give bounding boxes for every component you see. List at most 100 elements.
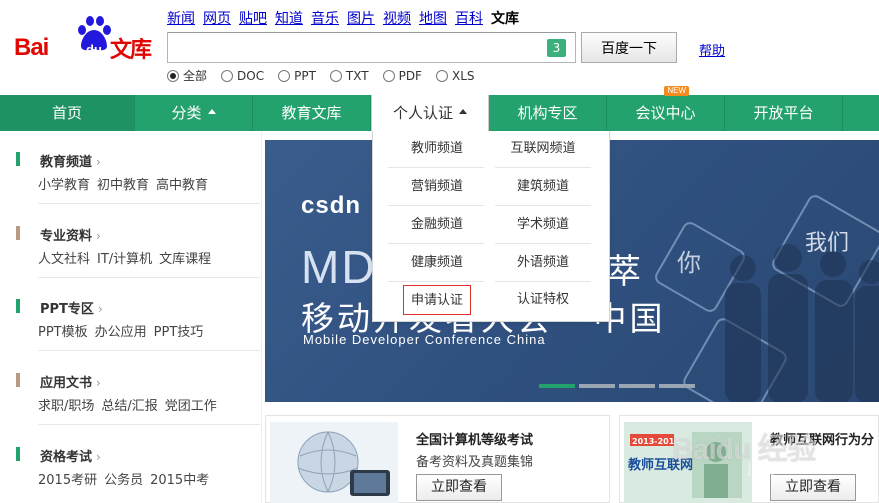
top-nav-images[interactable]: 图片 [347, 8, 375, 28]
dd-academic-channel[interactable]: 学术频道 [496, 210, 590, 240]
filetype-label: DOC [237, 68, 265, 83]
section-marker [16, 447, 20, 461]
section-title[interactable]: 应用文书 › [40, 372, 101, 391]
section-marker [16, 152, 20, 166]
nav-education[interactable]: 教育文库 [253, 95, 371, 131]
dd-marketing-channel[interactable]: 营销频道 [390, 172, 484, 202]
dd-language-channel[interactable]: 外语频道 [496, 248, 590, 278]
nav-personal-cert[interactable]: 个人认证 [371, 95, 489, 131]
sidebar-link[interactable]: 初中教育 [97, 174, 149, 193]
nav-institution[interactable]: 机构专区 [489, 95, 607, 131]
filetype-label: PPT [294, 68, 316, 83]
top-nav-music[interactable]: 音乐 [311, 8, 339, 28]
nav-education-label: 教育文库 [281, 104, 342, 122]
nav-category[interactable]: 分类 [135, 95, 253, 131]
sidebar-link[interactable]: 求职/职场 [38, 395, 94, 414]
sidebar-link[interactable]: 2015中考 [150, 469, 209, 488]
view-now-button[interactable]: 立即查看 [416, 474, 502, 501]
carousel-dot[interactable] [579, 384, 615, 388]
banner-you-text: 你 [677, 249, 701, 277]
section-title[interactable]: PPT专区 › [40, 298, 103, 317]
card-subtitle: 备考资料及真题集锦 [416, 455, 534, 470]
radio-icon[interactable] [167, 69, 179, 82]
section-links: 求职/职场 总结/汇报 党团工作 [38, 395, 217, 414]
divider [38, 277, 260, 278]
section-links: PPT模板 办公应用 PPT技巧 [38, 321, 203, 340]
section-marker [16, 373, 20, 387]
card-title: 全国计算机等级考试 [416, 433, 534, 448]
carousel-dot[interactable] [619, 384, 655, 388]
sidebar-link[interactable]: IT/计算机 [97, 248, 152, 267]
dd-certification-privileges[interactable]: 认证特权 [496, 285, 590, 315]
filetype-doc[interactable]: DOC [221, 67, 264, 84]
filetype-label: TXT [345, 68, 369, 83]
divider [38, 350, 260, 351]
sidebar-link[interactable]: 人文社科 [38, 248, 90, 267]
top-nav-video[interactable]: 视频 [383, 8, 411, 28]
dd-teacher-channel[interactable]: 教师频道 [390, 134, 484, 164]
radio-icon[interactable] [435, 69, 448, 82]
dd-health-channel[interactable]: 健康频道 [390, 248, 484, 278]
main-nav: 首页 分类 教育文库 个人认证 机构专区 会议中心 NEW 开放平台 [0, 86, 879, 131]
dd-apply-certification[interactable]: 申请认证 [403, 285, 471, 315]
radio-icon[interactable] [329, 69, 342, 82]
filetype-ppt[interactable]: PPT [278, 67, 316, 84]
carousel-dot[interactable] [659, 384, 695, 388]
section-title[interactable]: 教育频道 › [40, 151, 101, 170]
top-nav-tieba[interactable]: 贴吧 [239, 8, 267, 28]
caret-up-icon [459, 109, 467, 114]
nav-personal-cert-label: 个人认证 [392, 104, 453, 122]
top-nav-web[interactable]: 网页 [203, 8, 231, 28]
sidebar-link[interactable]: PPT技巧 [154, 321, 204, 340]
nav-open-platform[interactable]: 开放平台 [725, 95, 843, 131]
watermark-url: jingyan.baidu.com [748, 462, 859, 476]
divider [38, 203, 260, 204]
help-link[interactable]: 帮助 [699, 40, 725, 59]
filetype-pdf[interactable]: PDF [382, 67, 422, 84]
radio-icon[interactable] [221, 69, 234, 82]
carousel-dot[interactable] [539, 384, 575, 388]
filetype-xls[interactable]: XLS [435, 67, 475, 84]
top-nav-zhidao[interactable]: 知道 [275, 8, 303, 28]
filetype-txt[interactable]: TXT [329, 67, 369, 84]
section-links: 人文社科 IT/计算机 文库课程 [38, 248, 211, 267]
section-links: 2015考研 公务员 2015中考 [38, 469, 209, 488]
radio-icon[interactable] [278, 69, 291, 82]
top-nav-map[interactable]: 地图 [419, 8, 447, 28]
sidebar-link[interactable]: 高中教育 [156, 174, 208, 193]
baidu-wenku-logo[interactable]: Bai du 文库 [14, 12, 156, 68]
logo-wenku: 文库 [110, 38, 152, 63]
section-title[interactable]: 专业资料 › [40, 225, 101, 244]
top-nav-news[interactable]: 新闻 [167, 8, 195, 28]
nav-conference[interactable]: 会议中心 NEW [607, 86, 725, 131]
top-nav-baike[interactable]: 百科 [455, 8, 483, 28]
divider [38, 424, 260, 425]
sidebar-link[interactable]: 文库课程 [159, 248, 211, 267]
sidebar-link[interactable]: PPT模板 [38, 321, 88, 340]
nav-home[interactable]: 首页 [0, 95, 135, 131]
search-input[interactable] [168, 33, 538, 62]
filetype-all[interactable]: 全部 [167, 67, 207, 84]
audience-silhouette-image [725, 244, 879, 402]
view-now-button[interactable]: 立即查看 [770, 474, 856, 501]
dd-finance-channel[interactable]: 金融频道 [390, 210, 484, 240]
sidebar-link[interactable]: 总结/汇报 [101, 395, 157, 414]
dd-internet-channel[interactable]: 互联网频道 [496, 134, 590, 164]
promo-card-computer-exam[interactable]: 全国计算机等级考试 备考资料及真题集锦 立即查看 [265, 415, 610, 503]
new-badge: NEW [664, 86, 689, 96]
search-box: 3 [167, 32, 576, 63]
section-title[interactable]: 资格考试 › [40, 446, 101, 465]
personal-cert-dropdown: 教师频道 互联网频道 营销频道 建筑频道 金融频道 学术频道 健康频道 外语频道… [372, 131, 610, 322]
sidebar-link[interactable]: 办公应用 [95, 321, 147, 340]
search-button[interactable]: 百度一下 [581, 32, 677, 63]
dd-architecture-channel[interactable]: 建筑频道 [496, 172, 590, 202]
sidebar-link[interactable]: 公务员 [104, 469, 143, 488]
nav-home-label: 首页 [51, 104, 82, 122]
section-marker [16, 299, 20, 313]
banner-title-prefix: MD [301, 241, 377, 293]
radio-icon[interactable] [382, 69, 395, 82]
sidebar-link[interactable]: 2015考研 [38, 469, 97, 488]
sidebar-link[interactable]: 小学教育 [38, 174, 90, 193]
logo-bai: Bai [14, 34, 49, 61]
sidebar-link[interactable]: 党团工作 [165, 395, 217, 414]
